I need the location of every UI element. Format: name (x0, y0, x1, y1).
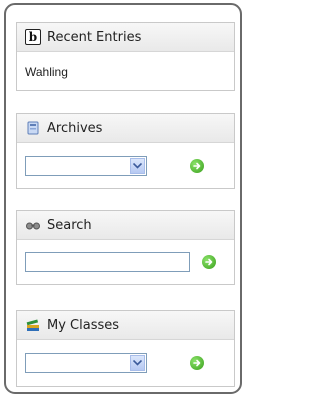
archives-widget: Archives (16, 113, 235, 189)
archives-go-button[interactable] (190, 158, 204, 173)
my-classes-title: My Classes (47, 317, 120, 333)
recent-entries-body: Wahling (17, 52, 234, 91)
binoculars-icon (25, 217, 41, 233)
search-title: Search (47, 217, 92, 233)
blog-b-icon: b (25, 29, 41, 45)
my-classes-select[interactable] (25, 353, 147, 373)
recent-entries-title: Recent Entries (47, 29, 142, 45)
chevron-down-icon[interactable] (130, 355, 145, 371)
search-header: Search (17, 211, 234, 240)
recent-entries-widget: b Recent Entries Wahling (16, 22, 235, 91)
search-widget: Search (16, 210, 235, 285)
my-classes-body (17, 340, 234, 386)
my-classes-widget: My Classes (16, 310, 235, 387)
search-input[interactable] (25, 252, 190, 272)
books-icon (25, 317, 41, 333)
archives-title: Archives (47, 120, 103, 136)
recent-entries-header: b Recent Entries (17, 23, 234, 52)
my-classes-header: My Classes (17, 311, 234, 340)
chevron-down-icon[interactable] (130, 157, 145, 174)
archives-body (17, 143, 234, 188)
search-body (17, 240, 234, 284)
my-classes-go-button[interactable] (190, 356, 204, 370)
search-go-button[interactable] (202, 255, 216, 269)
recent-entry-link[interactable]: Wahling (25, 65, 68, 79)
archives-select[interactable] (25, 155, 147, 176)
archives-book-icon (25, 120, 41, 136)
archives-header: Archives (17, 114, 234, 143)
